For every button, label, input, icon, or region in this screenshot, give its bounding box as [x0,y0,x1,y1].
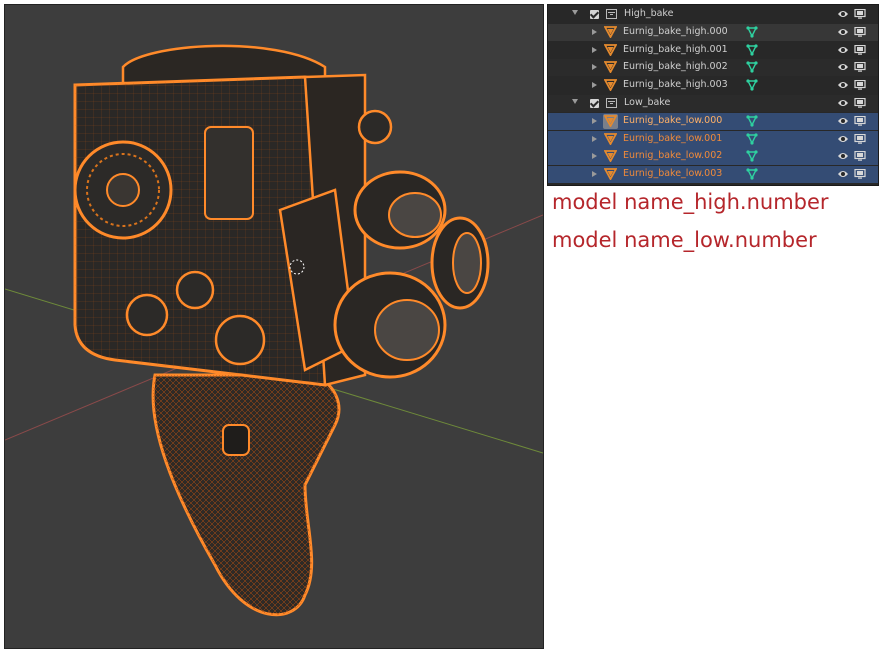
expand-chevron-icon[interactable] [592,117,597,124]
eye-icon[interactable] [837,80,849,93]
eye-icon[interactable] [837,62,849,75]
expand-chevron-icon[interactable] [592,135,597,142]
eye-icon[interactable] [837,116,849,129]
mesh-triangle-icon [603,43,618,59]
expand-chevron-icon[interactable] [592,82,597,89]
mesh-triangle-icon [603,61,618,76]
monitor-icon[interactable] [854,8,866,22]
collection-label: Low_bake [624,97,671,108]
expand-chevron-icon[interactable] [572,99,578,104]
mesh-triangle-icon [603,132,618,148]
eye-icon[interactable] [837,27,849,40]
eye-icon[interactable] [837,151,849,164]
vertex-group-icon[interactable] [746,132,758,148]
exclude-checkbox[interactable] [590,10,599,19]
dial-3 [214,314,266,366]
lens-top [353,170,447,250]
mesh-triangle-icon [603,25,618,41]
object-label: Eurnig_bake_low.003 [623,168,723,180]
eye-icon[interactable] [837,169,849,182]
vertex-group-icon[interactable] [746,43,758,59]
collection-icon [606,98,617,108]
monitor-icon[interactable] [854,133,866,147]
camera-model[interactable] [73,44,490,617]
lens-right [430,216,490,310]
outliner-object-row[interactable]: Eurnig_bake_low.001 [548,130,878,148]
vertex-group-icon[interactable] [746,150,758,165]
object-label: Eurnig_bake_high.001 [623,43,728,55]
object-label: Eurnig_bake_high.002 [623,61,728,73]
grip-knob [222,424,250,456]
outliner-object-row[interactable]: Eurnig_bake_high.000 [548,23,878,41]
side-knob [357,109,393,145]
viewfinder-window [204,126,254,220]
expand-chevron-icon[interactable] [592,153,597,160]
monitor-icon[interactable] [854,26,866,40]
vertex-group-icon[interactable] [746,79,758,94]
lens-bottom [333,271,447,379]
outliner-object-row[interactable]: Eurnig_bake_high.002 [548,59,878,77]
outliner-panel[interactable]: High_bake Eurnig_bake_high.000 Eurnig_bake… [547,4,879,186]
outliner-object-row[interactable]: Eurnig_bake_low.003 [548,166,878,184]
monitor-icon[interactable] [854,115,866,129]
expand-chevron-icon[interactable] [592,171,597,178]
outliner-object-row[interactable]: Eurnig_bake_low.002 [548,148,878,166]
object-label: Eurnig_bake_low.001 [623,132,723,144]
object-label: Eurnig_bake_low.000 [623,114,723,126]
outliner-object-row[interactable]: Eurnig_bake_high.003 [548,77,878,94]
outliner-collection-row[interactable]: High_bake [548,6,878,23]
eye-icon[interactable] [837,134,849,147]
monitor-icon[interactable] [854,169,866,182]
annotation-high: model name_high.number [552,190,829,214]
eye-icon[interactable] [837,45,849,58]
monitor-icon[interactable] [854,97,866,111]
object-label: Eurnig_bake_high.000 [623,25,728,37]
expand-chevron-icon[interactable] [592,64,597,71]
mesh-triangle-icon [603,114,618,130]
dial-2 [125,293,169,337]
expand-chevron-icon[interactable] [572,10,578,15]
mesh-triangle-icon [603,168,618,183]
mesh-triangle-icon [603,79,618,94]
vertex-group-icon[interactable] [746,115,758,130]
monitor-icon[interactable] [854,80,866,93]
exclude-checkbox[interactable] [590,99,599,108]
expand-chevron-icon[interactable] [592,46,597,53]
collection-label: High_bake [624,8,674,19]
monitor-icon[interactable] [854,44,866,58]
outliner-object-row[interactable]: Eurnig_bake_low.000 [548,112,878,130]
outliner-object-row[interactable]: Eurnig_bake_high.001 [548,42,878,59]
eye-icon[interactable] [837,9,849,22]
vertex-group-icon[interactable] [746,26,758,41]
vertex-group-icon[interactable] [746,168,758,183]
monitor-icon[interactable] [854,151,866,164]
outliner-collection-row[interactable]: Low_bake [548,95,878,112]
eye-icon[interactable] [837,98,849,111]
monitor-icon[interactable] [854,62,866,75]
expand-chevron-icon[interactable] [592,28,597,35]
object-label: Eurnig_bake_low.002 [623,150,723,162]
viewport-canvas[interactable] [5,5,543,648]
mesh-triangle-icon [603,150,618,165]
annotation-low: model name_low.number [552,228,817,252]
collection-icon [606,9,617,19]
dial-1 [175,270,215,310]
3d-viewport[interactable] [4,4,544,649]
object-label: Eurnig_bake_high.003 [623,79,728,91]
vertex-group-icon[interactable] [746,61,758,76]
